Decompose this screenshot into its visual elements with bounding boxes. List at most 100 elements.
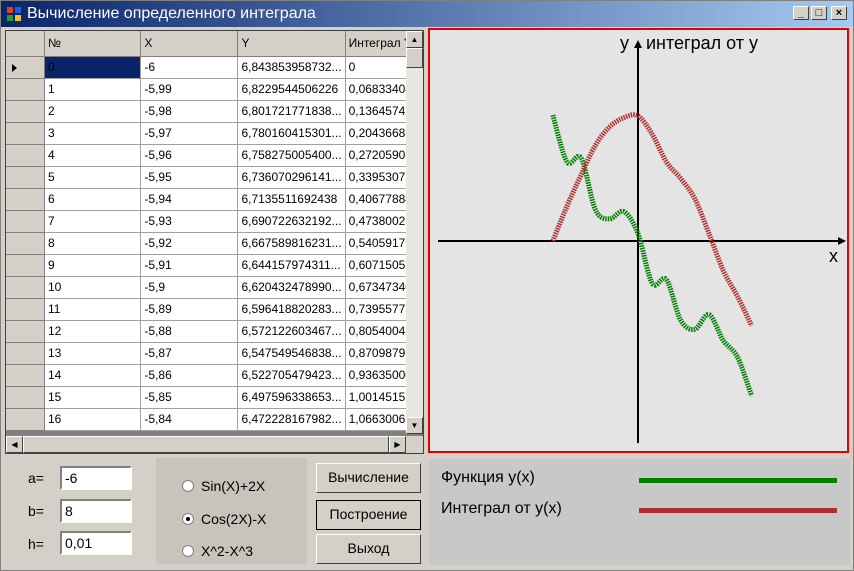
table-row[interactable]: 12 -5,88 6,572122603467... 0,80540043 xyxy=(6,320,423,343)
column-header-y[interactable]: Y xyxy=(237,31,346,57)
cell-x[interactable]: -5,93 xyxy=(140,210,239,233)
table-row[interactable]: 0 -6 6,843853958732... 0 xyxy=(6,56,423,79)
minimize-button[interactable]: _ xyxy=(793,6,809,20)
cell-number[interactable]: 8 xyxy=(44,232,142,255)
cell-x[interactable]: -5,84 xyxy=(140,408,239,431)
cell-integral[interactable]: 0,67347340 xyxy=(345,276,417,299)
cell-x[interactable]: -5,85 xyxy=(140,386,239,409)
cell-y[interactable]: 6,780160415301... xyxy=(237,122,346,145)
cell-x[interactable]: -5,91 xyxy=(140,254,239,277)
radio-sin-label[interactable]: Sin(X)+2X xyxy=(201,478,265,494)
cell-x[interactable]: -5,95 xyxy=(140,166,239,189)
cell-integral[interactable]: 0,47380021 xyxy=(345,210,417,233)
cell-number[interactable]: 15 xyxy=(44,386,142,409)
a-input[interactable] xyxy=(60,466,132,490)
cell-number[interactable]: 4 xyxy=(44,144,142,167)
cell-integral[interactable]: 0,33953073 xyxy=(345,166,417,189)
cell-y[interactable]: 6,497596338653... xyxy=(237,386,346,409)
cell-integral[interactable]: 0,93635000 xyxy=(345,364,417,387)
cell-x[interactable]: -5,88 xyxy=(140,320,239,343)
cell-integral[interactable]: 1,06630065 xyxy=(345,408,417,431)
cell-x[interactable]: -5,99 xyxy=(140,78,239,101)
table-row[interactable]: 2 -5,98 6,801721771838... 0,13645742 xyxy=(6,100,423,123)
table-row[interactable]: 9 -5,91 6,644157974311... 0,60715051 xyxy=(6,254,423,277)
row-header[interactable] xyxy=(6,254,45,277)
cell-number[interactable]: 5 xyxy=(44,166,142,189)
cell-x[interactable]: -5,96 xyxy=(140,144,239,167)
cell-number[interactable]: 3 xyxy=(44,122,142,145)
cell-integral[interactable]: 0,13645742 xyxy=(345,100,417,123)
cell-y[interactable]: 6,667589816231... xyxy=(237,232,346,255)
scroll-left-arrow-icon[interactable]: ◀ xyxy=(6,436,23,453)
cell-y[interactable]: 6,596418820283... xyxy=(237,298,346,321)
cell-y[interactable]: 6,644157974311... xyxy=(237,254,346,277)
row-header[interactable] xyxy=(6,100,45,123)
row-header[interactable] xyxy=(6,166,45,189)
cell-y[interactable]: 6,472228167982... xyxy=(237,408,346,431)
cell-integral[interactable]: 0,87098797 xyxy=(345,342,417,365)
row-header[interactable] xyxy=(6,276,45,299)
cell-y[interactable]: 6,547549546838... xyxy=(237,342,346,365)
radio-poly-label[interactable]: X^2-X^3 xyxy=(201,543,253,559)
cell-y[interactable]: 6,801721771838... xyxy=(237,100,346,123)
close-button[interactable]: × xyxy=(831,6,847,20)
cell-number[interactable]: 10 xyxy=(44,276,142,299)
cell-integral[interactable]: 0,40677884 xyxy=(345,188,417,211)
cell-y[interactable]: 6,690722632192... xyxy=(237,210,346,233)
cell-integral[interactable]: 0,27205901 xyxy=(345,144,417,167)
title-bar[interactable]: Вычисление определенного интеграла _ □ × xyxy=(1,1,853,27)
cell-y[interactable]: 6,522705479423... xyxy=(237,364,346,387)
cell-number[interactable]: 2 xyxy=(44,100,142,123)
table-row[interactable]: 1 -5,99 6,8229544506226 0,06833404 xyxy=(6,78,423,101)
column-header-x[interactable]: X xyxy=(140,31,239,57)
cell-number[interactable]: 7 xyxy=(44,210,142,233)
cell-x[interactable]: -5,97 xyxy=(140,122,239,145)
cell-integral[interactable]: 0,80540043 xyxy=(345,320,417,343)
cell-integral[interactable]: 0,54059176 xyxy=(345,232,417,255)
cell-y[interactable]: 6,620432478990... xyxy=(237,276,346,299)
cell-x[interactable]: -5,89 xyxy=(140,298,239,321)
horizontal-scroll-thumb[interactable] xyxy=(23,436,389,453)
cell-y[interactable]: 6,758275005400... xyxy=(237,144,346,167)
cell-integral[interactable]: 0,20436683 xyxy=(345,122,417,145)
radio-poly[interactable] xyxy=(182,545,194,557)
data-grid[interactable]: № X Y Интеграл Y 0 -6 6,843853958732... 0 1-… xyxy=(5,30,424,454)
compute-button[interactable]: Вычисление xyxy=(316,463,421,493)
row-header[interactable] xyxy=(6,144,45,167)
cell-y[interactable]: 6,7135511692438 xyxy=(237,188,346,211)
cell-integral[interactable]: 0 xyxy=(345,56,417,79)
cell-number[interactable]: 14 xyxy=(44,364,142,387)
cell-x[interactable]: -5,98 xyxy=(140,100,239,123)
cell-integral[interactable]: 1,00145157 xyxy=(345,386,417,409)
cell-y[interactable]: 6,8229544506226 xyxy=(237,78,346,101)
row-header[interactable] xyxy=(6,56,45,79)
cell-x[interactable]: -5,87 xyxy=(140,342,239,365)
cell-y[interactable]: 6,736070296141... xyxy=(237,166,346,189)
column-header-number[interactable]: № xyxy=(44,31,142,57)
scroll-up-arrow-icon[interactable]: ▲ xyxy=(406,31,423,48)
maximize-button[interactable]: □ xyxy=(811,6,827,20)
row-header[interactable] xyxy=(6,122,45,145)
cell-number[interactable]: 12 xyxy=(44,320,142,343)
cell-number[interactable]: 6 xyxy=(44,188,142,211)
column-header-integral[interactable]: Интеграл Y xyxy=(345,31,417,57)
table-row[interactable]: 5 -5,95 6,736070296141... 0,33953073 xyxy=(6,166,423,189)
table-row[interactable]: 3 -5,97 6,780160415301... 0,20436683 xyxy=(6,122,423,145)
plot-button[interactable]: Построение xyxy=(316,500,421,530)
radio-cos[interactable] xyxy=(182,513,194,525)
exit-button[interactable]: Выход xyxy=(316,534,421,564)
row-header[interactable] xyxy=(6,298,45,321)
table-row[interactable]: 13 -5,87 6,547549546838... 0,87098797 xyxy=(6,342,423,365)
table-row[interactable]: 16 -5,84 6,472228167982... 1,06630065 xyxy=(6,408,423,431)
table-row[interactable]: 11 -5,89 6,596418820283... 0,73955773 xyxy=(6,298,423,321)
row-header[interactable] xyxy=(6,342,45,365)
cell-x[interactable]: -5,92 xyxy=(140,232,239,255)
cell-number[interactable]: 11 xyxy=(44,298,142,321)
cell-number[interactable]: 0 xyxy=(44,56,142,79)
cell-number[interactable]: 1 xyxy=(44,78,142,101)
cell-x[interactable]: -5,86 xyxy=(140,364,239,387)
row-header[interactable] xyxy=(6,188,45,211)
table-row[interactable]: 10 -5,9 6,620432478990... 0,67347340 xyxy=(6,276,423,299)
row-header[interactable] xyxy=(6,386,45,409)
scroll-down-arrow-icon[interactable]: ▼ xyxy=(406,417,423,434)
